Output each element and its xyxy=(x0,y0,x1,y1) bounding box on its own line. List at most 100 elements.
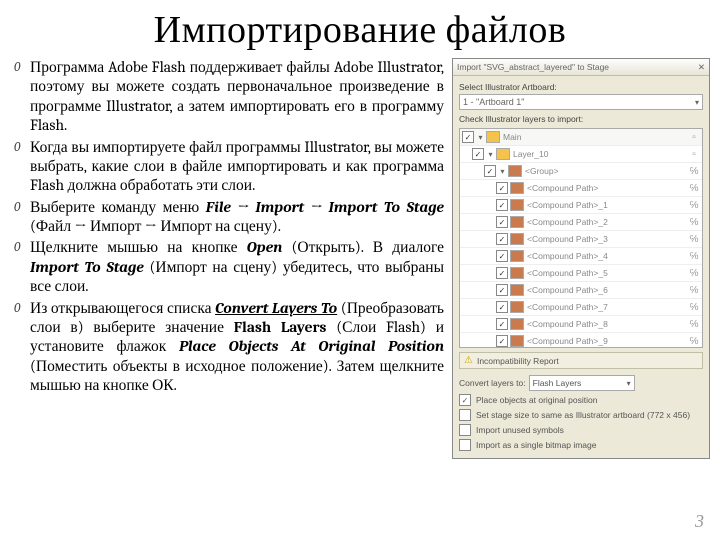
checkbox[interactable]: ✓ xyxy=(496,182,508,194)
layer-row[interactable]: ✓ ▾ Layer_10 ▫ xyxy=(460,146,702,163)
layer-row[interactable]: ✓ <Compound Path>_5 ℅ xyxy=(460,265,702,282)
import-dialog: Import "SVG_abstract_layered" to Stage ✕… xyxy=(452,58,710,459)
check-layers-label: Check Illustrator layers to import: xyxy=(459,114,703,124)
layer-row[interactable]: ✓ <Compound Path>_1 ℅ xyxy=(460,197,702,214)
group-icon xyxy=(508,165,522,177)
bullet-list: Программа Adobe Flash поддерживает файлы… xyxy=(14,58,444,395)
bullet-item: Из открывающегося списка Convert Layers … xyxy=(14,299,444,396)
bullet-text: Программа Adobe Flash поддерживает файлы… xyxy=(30,58,444,134)
layer-name: <Compound Path>_1 xyxy=(527,200,686,210)
bullet-item: Когда вы импортируете файл программы Ill… xyxy=(14,138,444,196)
path-icon xyxy=(510,284,524,296)
layer-row[interactable]: ✓ ▾ <Group> ℅ xyxy=(460,163,702,180)
bullet-item: Выберите команду меню File → Import → Im… xyxy=(14,198,444,237)
checkbox[interactable]: ✓ xyxy=(496,199,508,211)
layer-option-icon[interactable]: ℅ xyxy=(686,166,702,177)
layer-option-icon[interactable]: ℅ xyxy=(686,336,702,347)
checkbox[interactable]: ✓ xyxy=(496,318,508,330)
layer-row[interactable]: ✓ <Compound Path>_2 ℅ xyxy=(460,214,702,231)
checkbox[interactable]: ✓ xyxy=(496,216,508,228)
layer-row[interactable]: ✓ <Compound Path>_7 ℅ xyxy=(460,299,702,316)
layer-name: <Compound Path>_6 xyxy=(527,285,686,295)
layer-row[interactable]: ✓ <Compound Path>_9 ℅ xyxy=(460,333,702,348)
artboard-label: Select Illustrator Artboard: xyxy=(459,82,703,92)
incompat-label: Incompatibility Report xyxy=(477,356,559,366)
path-icon xyxy=(510,335,524,347)
checkbox[interactable]: ✓ xyxy=(496,335,508,347)
chevron-down-icon: ▾ xyxy=(695,98,699,107)
layer-name: Layer_10 xyxy=(513,149,686,159)
place-original-checkbox[interactable]: ✓ xyxy=(459,394,471,406)
checkbox[interactable]: ✓ xyxy=(472,148,484,160)
opt-label: Place objects at original position xyxy=(476,395,597,405)
layer-row[interactable]: ✓ <Compound Path>_8 ℅ xyxy=(460,316,702,333)
import-unused-checkbox[interactable] xyxy=(459,424,471,436)
checkbox[interactable]: ✓ xyxy=(496,267,508,279)
layer-option-icon[interactable]: ℅ xyxy=(686,319,702,330)
text-column: Программа Adobe Flash поддерживает файлы… xyxy=(14,58,444,459)
bullet-text: Щелкните мышью на кнопке xyxy=(30,238,247,256)
dialog-body: Select Illustrator Artboard: 1 - "Artboa… xyxy=(453,76,709,458)
path-icon xyxy=(510,216,524,228)
bullet-item: Щелкните мышью на кнопке Open (Открыть).… xyxy=(14,238,444,296)
path-icon xyxy=(510,318,524,330)
layer-option-icon[interactable]: ▫ xyxy=(686,149,702,160)
layer-option-icon[interactable]: ℅ xyxy=(686,268,702,279)
bullet-item: Программа Adobe Flash поддерживает файлы… xyxy=(14,58,444,136)
expand-icon[interactable]: ▾ xyxy=(498,167,507,176)
dialog-titlebar: Import "SVG_abstract_layered" to Stage ✕ xyxy=(453,59,709,76)
bullet-text: Из открывающегося списка xyxy=(30,299,215,317)
checkbox[interactable]: ✓ xyxy=(462,131,474,143)
layer-option-icon[interactable]: ▫ xyxy=(686,132,702,143)
stage-size-checkbox[interactable] xyxy=(459,409,471,421)
bullet-text: Выберите команду меню xyxy=(30,198,206,216)
layer-row[interactable]: ✓ <Compound Path>_4 ℅ xyxy=(460,248,702,265)
expand-icon[interactable]: ▾ xyxy=(486,150,495,159)
layer-row[interactable]: ✓ <Compound Path>_6 ℅ xyxy=(460,282,702,299)
path-icon xyxy=(510,233,524,245)
checkbox-name: Place Objects At Original Position xyxy=(179,337,444,355)
layer-row[interactable]: ✓ ▾ Main ▫ xyxy=(460,129,702,146)
close-icon[interactable]: ✕ xyxy=(698,59,705,75)
bullet-text: Когда вы импортируете файл программы Ill… xyxy=(30,138,444,195)
menu-path: File → Import → Import To Stage xyxy=(206,198,444,216)
layer-name: <Compound Path>_2 xyxy=(527,217,686,227)
layer-name: <Compound Path>_8 xyxy=(527,319,686,329)
artboard-dropdown[interactable]: 1 - "Artboard 1" ▾ xyxy=(459,94,703,110)
import-options: Convert layers to: Flash Layers ▾ ✓ Plac… xyxy=(459,375,703,451)
layer-name: <Compound Path> xyxy=(527,183,686,193)
checkbox[interactable]: ✓ xyxy=(496,301,508,313)
layer-name: <Compound Path>_4 xyxy=(527,251,686,261)
convert-layers-value: Flash Layers xyxy=(533,378,582,388)
artboard-value: 1 - "Artboard 1" xyxy=(463,97,524,107)
layer-option-icon[interactable]: ℅ xyxy=(686,302,702,313)
layer-option-icon[interactable]: ℅ xyxy=(686,217,702,228)
slide: Импортирование файлов Программа Adobe Fl… xyxy=(0,0,720,540)
path-icon xyxy=(510,182,524,194)
checkbox[interactable]: ✓ xyxy=(496,284,508,296)
convert-layers-dropdown[interactable]: Flash Layers ▾ xyxy=(529,375,635,391)
slide-title: Импортирование файлов xyxy=(0,8,720,52)
checkbox[interactable]: ✓ xyxy=(496,233,508,245)
layer-name: <Compound Path>_3 xyxy=(527,234,686,244)
layer-row[interactable]: ✓ <Compound Path>_3 ℅ xyxy=(460,231,702,248)
layer-row[interactable]: ✓ <Compound Path> ℅ xyxy=(460,180,702,197)
layer-option-icon[interactable]: ℅ xyxy=(686,285,702,296)
layers-panel: ✓ ▾ Main ▫ ✓ ▾ Layer_10 ▫ xyxy=(459,128,703,348)
checkbox[interactable]: ✓ xyxy=(496,250,508,262)
bullet-text: (Поместить объекты в исходное положение)… xyxy=(30,357,444,394)
convert-layers-label: Convert layers to: xyxy=(459,378,526,388)
incompatibility-report-button[interactable]: ⚠ Incompatibility Report xyxy=(459,352,703,369)
layer-option-icon[interactable]: ℅ xyxy=(686,234,702,245)
layer-option-icon[interactable]: ℅ xyxy=(686,251,702,262)
checkbox[interactable]: ✓ xyxy=(484,165,496,177)
path-icon xyxy=(510,199,524,211)
expand-icon[interactable]: ▾ xyxy=(476,133,485,142)
bullet-text: (Файл → Импорт → Импорт на сцену). xyxy=(30,217,281,235)
single-bitmap-checkbox[interactable] xyxy=(459,439,471,451)
dialog-column: Import "SVG_abstract_layered" to Stage ✕… xyxy=(452,58,710,459)
layer-name: <Group> xyxy=(525,166,686,176)
layer-option-icon[interactable]: ℅ xyxy=(686,200,702,211)
folder-icon xyxy=(496,148,510,160)
layer-option-icon[interactable]: ℅ xyxy=(686,183,702,194)
